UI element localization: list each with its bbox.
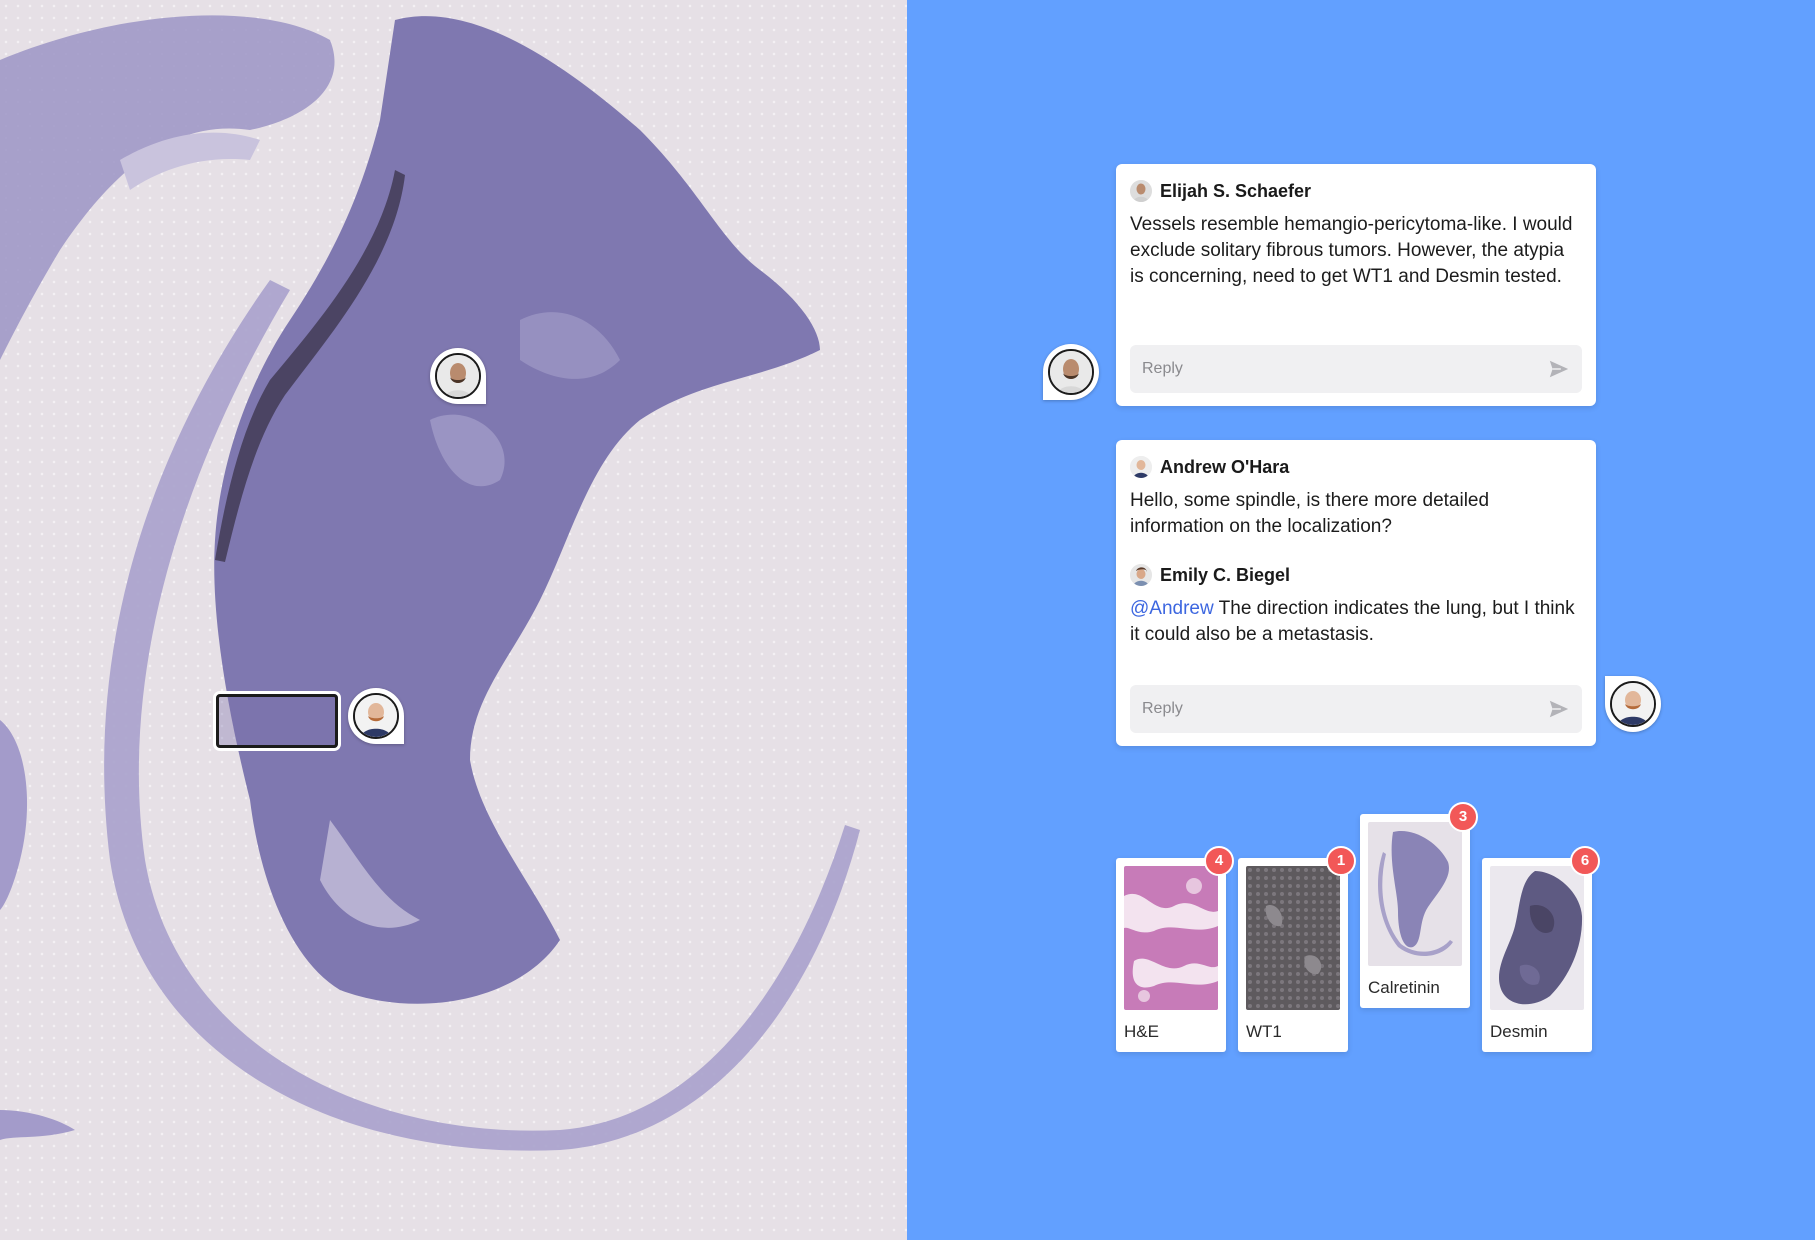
- comment-card: Andrew O'Hara Hello, some spindle, is th…: [1116, 440, 1596, 746]
- thumbnail-label: Calretinin: [1368, 978, 1440, 997]
- send-icon[interactable]: [1548, 698, 1570, 720]
- mention-link[interactable]: @Andrew: [1130, 598, 1214, 619]
- author-name: Emily C. Biegel: [1160, 564, 1291, 585]
- avatar: [1130, 180, 1152, 202]
- comment-text: Hello, some spindle, is there more detai…: [1130, 490, 1490, 537]
- avatar: [353, 693, 399, 739]
- comment-author: Elijah S. Schaefer: [1130, 180, 1582, 202]
- comment-avatar-elijah[interactable]: [1043, 344, 1099, 400]
- author-name: Andrew O'Hara: [1160, 456, 1290, 477]
- thumbnail-desmin[interactable]: Desmin 6: [1482, 846, 1600, 1052]
- avatar: [1130, 564, 1152, 586]
- thumbnail-calretinin[interactable]: Calretinin 3: [1360, 802, 1478, 1008]
- avatar-pin-elijah[interactable]: [430, 348, 486, 404]
- avatar: [435, 353, 481, 399]
- comment-author: Andrew O'Hara: [1130, 456, 1582, 478]
- thumbnail-wt1[interactable]: WT1 1: [1238, 846, 1356, 1052]
- reply-placeholder: Reply: [1142, 700, 1183, 717]
- avatar-pin-andrew[interactable]: [348, 688, 404, 744]
- thumbnail-label: Desmin: [1490, 1022, 1548, 1041]
- avatar: [1048, 349, 1094, 395]
- reply-input[interactable]: Reply: [1130, 685, 1582, 733]
- author-name: Elijah S. Schaefer: [1160, 180, 1312, 201]
- region-annotation[interactable]: [216, 694, 338, 748]
- thumbnail-image: [1124, 866, 1218, 1010]
- reply-author: Emily C. Biegel: [1130, 564, 1582, 586]
- comment-avatar-andrew[interactable]: [1605, 676, 1661, 732]
- comment-count-badge: 6: [1570, 846, 1600, 876]
- avatar: [1610, 681, 1656, 727]
- comment-card: Elijah S. Schaefer Vessels resemble hema…: [1116, 164, 1596, 406]
- reply-input[interactable]: Reply: [1130, 345, 1582, 393]
- tissue-section: [0, 15, 860, 1151]
- comment-count-badge: 3: [1448, 802, 1478, 832]
- reply-text: @Andrew The direction indicates the lung…: [1130, 596, 1582, 648]
- thumbnail-image: [1490, 866, 1584, 1010]
- thumbnail-he[interactable]: H&E 4: [1116, 846, 1234, 1052]
- thumbnail-label: H&E: [1124, 1022, 1159, 1041]
- thumbnail-image: [1246, 866, 1340, 1010]
- thumbnail-image: [1368, 822, 1462, 966]
- avatar: [1130, 456, 1152, 478]
- reply-placeholder: Reply: [1142, 360, 1183, 377]
- slide-viewer[interactable]: [0, 0, 907, 1240]
- thumbnail-label: WT1: [1246, 1022, 1282, 1041]
- send-icon[interactable]: [1548, 358, 1570, 380]
- comment-count-badge: 1: [1326, 846, 1356, 876]
- comment-text: Vessels resemble hemangio-pericytoma-lik…: [1130, 214, 1573, 287]
- comment-count-badge: 4: [1204, 846, 1234, 876]
